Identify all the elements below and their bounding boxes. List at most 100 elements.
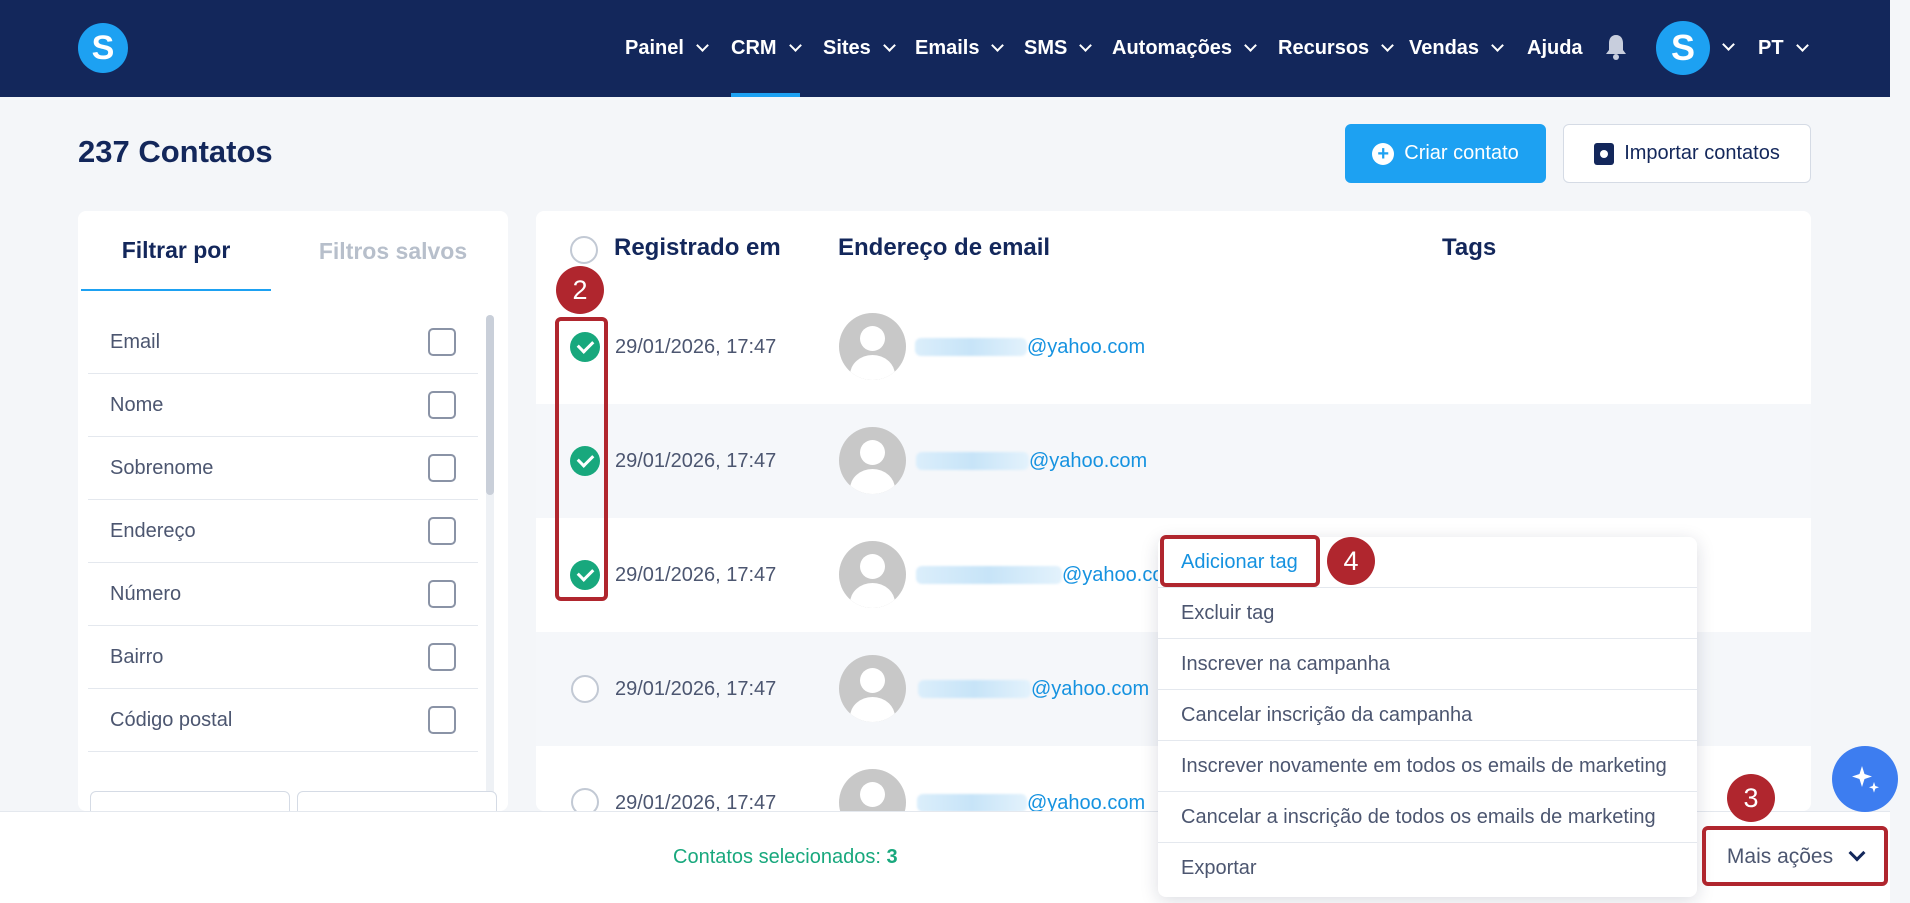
selected-count: 3 — [886, 846, 898, 868]
import-contacts-button[interactable]: Importar contatos — [1563, 124, 1811, 183]
nav-label: Vendas — [1409, 37, 1480, 59]
filter-item-sobrenome[interactable]: Sobrenome — [88, 437, 478, 500]
menu-item-resubscribe-marketing[interactable]: Inscrever novamente em todos os emails d… — [1158, 741, 1697, 792]
chevron-down-icon — [1381, 39, 1395, 52]
column-header-email[interactable]: Endereço de email — [838, 234, 1050, 262]
filter-checkbox[interactable] — [428, 328, 456, 356]
nav-label: CRM — [731, 37, 777, 59]
row-date: 29/01/2026, 17:47 — [615, 336, 777, 358]
chevron-down-icon — [1491, 39, 1504, 52]
bell-icon[interactable] — [1604, 33, 1628, 61]
row-checkbox[interactable] — [571, 675, 599, 703]
filter-action-button[interactable] — [90, 791, 290, 811]
logo[interactable]: S — [78, 23, 128, 73]
contact-avatar — [839, 541, 906, 608]
column-header-tags: Tags — [1442, 234, 1497, 261]
contact-email[interactable]: @yahoo.co — [1062, 564, 1163, 587]
menu-item-unsubscribe-campaign[interactable]: Cancelar inscrição da campanha — [1158, 690, 1697, 741]
filter-checkbox[interactable] — [428, 454, 456, 482]
nav-label: Sites — [823, 37, 871, 59]
chevron-down-icon — [696, 39, 709, 52]
language-label: PT — [1758, 37, 1784, 59]
nav-recursos[interactable]: Recursos — [1278, 0, 1395, 97]
filter-action-button[interactable] — [297, 791, 497, 811]
tab-filter-by[interactable]: Filtrar por — [81, 211, 271, 291]
nav-painel[interactable]: Painel — [625, 0, 709, 97]
contact-card-icon — [1594, 142, 1615, 165]
nav-label: Painel — [625, 37, 684, 59]
row-date: 29/01/2026, 17:47 — [615, 678, 777, 700]
nav-label: Ajuda — [1527, 37, 1583, 59]
select-all-checkbox[interactable] — [570, 236, 598, 264]
filter-label: Email — [110, 330, 161, 353]
more-actions-dropdown: Adicionar tag Excluir tag Inscrever na c… — [1158, 537, 1697, 897]
import-contacts-label: Importar contatos — [1624, 142, 1780, 164]
filter-item-email[interactable]: Email — [88, 311, 478, 374]
filter-label: Endereço — [110, 519, 196, 542]
filter-item-bairro[interactable]: Bairro — [88, 626, 478, 689]
contact-avatar — [839, 427, 906, 494]
contact-email[interactable]: @yahoo.com — [1029, 450, 1147, 473]
nav-emails[interactable]: Emails — [915, 0, 1005, 97]
plus-circle-icon: + — [1372, 142, 1395, 165]
contact-email[interactable]: @yahoo.com — [1031, 678, 1149, 701]
filter-item-numero[interactable]: Número — [88, 563, 478, 626]
ai-assistant-button[interactable] — [1832, 746, 1898, 812]
filter-checkbox[interactable] — [428, 391, 456, 419]
language-selector[interactable]: PT — [1758, 0, 1809, 97]
annotation-badge-4: 4 — [1327, 537, 1375, 585]
chevron-down-icon[interactable] — [1722, 38, 1735, 51]
row-date: 29/01/2026, 17:47 — [615, 450, 777, 472]
chevron-down-icon — [788, 39, 802, 52]
filter-item-nome[interactable]: Nome — [88, 374, 478, 437]
filter-label: Código postal — [110, 708, 233, 731]
chevron-down-icon — [882, 39, 896, 52]
contact-email[interactable]: @yahoo.com — [1027, 336, 1145, 359]
selected-label: Contatos selecionados: — [673, 846, 881, 868]
nav-ajuda[interactable]: Ajuda — [1527, 0, 1583, 97]
nav-sites[interactable]: Sites — [823, 0, 896, 97]
filter-checkbox[interactable] — [428, 706, 456, 734]
filter-label: Número — [110, 582, 182, 605]
chevron-down-icon — [1795, 39, 1809, 52]
redacted-email-local — [915, 338, 1027, 356]
nav-vendas[interactable]: Vendas — [1409, 0, 1504, 97]
annotation-badge-2: 2 — [556, 266, 604, 314]
nav-label: Automações — [1112, 37, 1233, 59]
annotation-box-add-tag — [1160, 535, 1320, 587]
filter-label: Nome — [110, 393, 164, 416]
chevron-down-icon — [1244, 39, 1257, 52]
menu-item-export[interactable]: Exportar — [1158, 843, 1697, 894]
redacted-email-local — [917, 794, 1027, 812]
filter-panel: Filtrar por Filtros salvos Email Nome So… — [78, 211, 508, 811]
annotation-box-checkboxes — [555, 317, 608, 601]
filter-scrollbar-thumb[interactable] — [486, 315, 494, 495]
menu-item-subscribe-campaign[interactable]: Inscrever na campanha — [1158, 639, 1697, 690]
contact-avatar — [839, 655, 906, 722]
filter-checkbox[interactable] — [428, 517, 456, 545]
column-header-registered[interactable]: Registrado em — [614, 234, 781, 262]
annotation-badge-3: 3 — [1727, 774, 1775, 822]
filter-item-codigo-postal[interactable]: Código postal — [88, 689, 478, 752]
filter-checkbox[interactable] — [428, 580, 456, 608]
user-avatar[interactable]: S — [1656, 21, 1710, 75]
nav-crm[interactable]: CRM — [731, 0, 802, 97]
tab-saved-filters[interactable]: Filtros salvos — [283, 211, 503, 291]
filter-list: Email Nome Sobrenome Endereço Número Bai… — [88, 311, 478, 752]
create-contact-label: Criar contato — [1404, 142, 1519, 164]
filter-item-endereco[interactable]: Endereço — [88, 500, 478, 563]
page-title: 237 Contatos — [78, 134, 273, 169]
nav-automacoes[interactable]: Automações — [1112, 0, 1257, 97]
row-date: 29/01/2026, 17:47 — [615, 564, 777, 586]
nav-label: Recursos — [1278, 37, 1370, 59]
top-navbar: S Painel CRM Sites Emails SMS Automações… — [0, 0, 1890, 97]
nav-label: Emails — [915, 37, 980, 59]
create-contact-button[interactable]: + Criar contato — [1345, 124, 1546, 183]
filter-label: Bairro — [110, 645, 164, 668]
nav-sms[interactable]: SMS — [1024, 0, 1093, 97]
filter-checkbox[interactable] — [428, 643, 456, 671]
menu-item-unsubscribe-marketing[interactable]: Cancelar a inscrição de todos os emails … — [1158, 792, 1697, 843]
menu-item-remove-tag[interactable]: Excluir tag — [1158, 588, 1697, 639]
redacted-email-local — [918, 680, 1031, 698]
redacted-email-local — [916, 452, 1029, 470]
